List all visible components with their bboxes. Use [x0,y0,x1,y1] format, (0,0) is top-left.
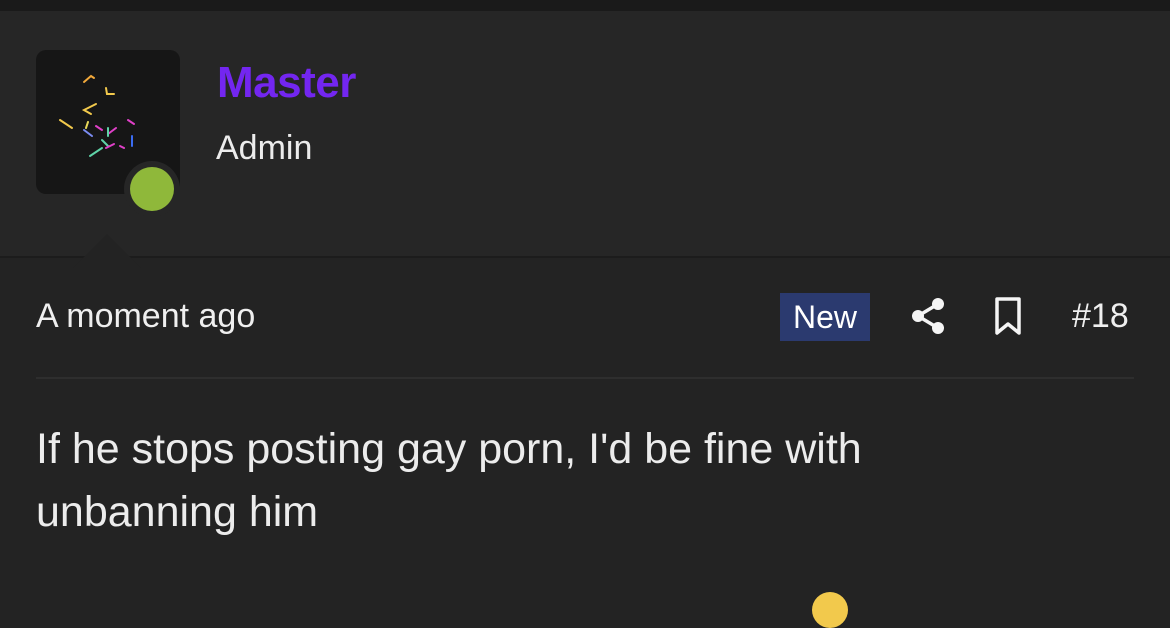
reaction-emoji-icon[interactable] [812,592,848,628]
top-bar [0,0,1170,11]
share-icon[interactable] [908,296,948,336]
author-role: Admin [216,129,313,167]
post-timestamp[interactable]: A moment ago [36,297,255,336]
online-status-dot [130,167,174,211]
online-status-indicator [124,161,180,217]
author-username[interactable]: Master [217,58,356,108]
bookmark-icon[interactable] [990,296,1026,336]
meta-divider [36,377,1134,379]
post-number-link[interactable]: #18 [1072,297,1129,336]
post-body: If he stops posting gay porn, I'd be fin… [36,425,862,536]
post-author-header: Master Admin [0,11,1170,268]
new-badge: New [780,293,870,341]
post-meta-bar: A moment ago New #18 [0,258,1170,378]
